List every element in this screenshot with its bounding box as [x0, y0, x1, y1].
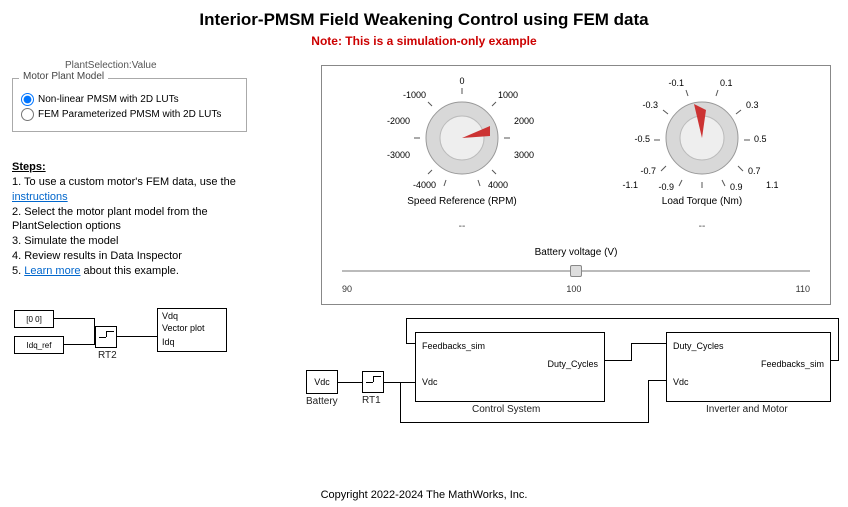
- learn-more-link[interactable]: Learn more: [24, 265, 80, 277]
- page-title: Interior-PMSM Field Weakening Control us…: [0, 0, 848, 30]
- inverter-motor-label: Inverter and Motor: [706, 404, 788, 415]
- slider-max: 110: [796, 284, 810, 294]
- steps-heading: Steps:: [12, 160, 252, 175]
- rt2-block[interactable]: [95, 326, 117, 348]
- svg-text:1000: 1000: [498, 90, 518, 100]
- torque-dial[interactable]: -0.1 0.1 -0.3 0.3 -0.5 0.5 -0.7 0.7 -0.9…: [602, 70, 802, 232]
- svg-text:0.9: 0.9: [730, 182, 743, 190]
- svg-text:-1.1: -1.1: [622, 180, 638, 190]
- slider-mid: 100: [566, 284, 581, 294]
- radio-nonlinear-pmsm-label: Non-linear PMSM with 2D LUTs: [38, 94, 179, 105]
- radio-fem-pmsm-input[interactable]: [21, 108, 34, 121]
- torque-dial-value: --: [602, 221, 802, 232]
- battery-label: Battery: [306, 396, 338, 407]
- speed-dial-value: --: [362, 221, 562, 232]
- inverter-motor-block[interactable]: Duty_Cycles Vdc Feedbacks_sim: [666, 332, 831, 402]
- step-5: 5. Learn more about this example.: [12, 264, 252, 279]
- svg-text:0.1: 0.1: [720, 78, 733, 88]
- vector-plot-name: Vector plot: [162, 323, 205, 333]
- step-3: 3. Simulate the model: [12, 234, 252, 249]
- svg-text:-2000: -2000: [387, 116, 410, 126]
- vector-plot-block[interactable]: Vdq Vector plot Idq: [157, 308, 227, 352]
- control-system-in-feedbacks: Feedbacks_sim: [422, 341, 485, 351]
- svg-text:-0.7: -0.7: [640, 166, 656, 176]
- inverter-in-duty: Duty_Cycles: [673, 341, 724, 351]
- rt1-label: RT1: [362, 395, 381, 406]
- instructions-link[interactable]: instructions: [12, 191, 68, 203]
- constant-block[interactable]: [ 0 0 ]: [14, 310, 54, 328]
- radio-nonlinear-pmsm[interactable]: Non-linear PMSM with 2D LUTs: [21, 93, 238, 106]
- control-system-out-duty: Duty_Cycles: [547, 359, 598, 369]
- control-system-label: Control System: [472, 404, 540, 415]
- speed-dial-gauge-icon: 0 -1000 1000 -2000 2000 -3000 3000 -4000…: [382, 70, 542, 190]
- radio-fem-pmsm-label: FEM Parameterized PMSM with 2D LUTs: [38, 109, 221, 120]
- steps-panel: Steps: 1. To use a custom motor's FEM da…: [12, 160, 252, 279]
- torque-dial-gauge-icon: -0.1 0.1 -0.3 0.3 -0.5 0.5 -0.7 0.7 -0.9…: [612, 70, 792, 190]
- control-system-block[interactable]: Feedbacks_sim Vdc Duty_Cycles: [415, 332, 605, 402]
- slider-min: 90: [342, 284, 352, 294]
- svg-text:-0.1: -0.1: [668, 78, 684, 88]
- slider-track[interactable]: [342, 264, 810, 282]
- inverter-out-feedbacks: Feedbacks_sim: [761, 359, 824, 369]
- radio-nonlinear-pmsm-input[interactable]: [21, 93, 34, 106]
- svg-text:0.5: 0.5: [754, 134, 767, 144]
- page-subtitle: Note: This is a simulation-only example: [0, 34, 848, 48]
- svg-text:-1000: -1000: [403, 90, 426, 100]
- vector-plot-port-vdq: Vdq: [162, 311, 178, 321]
- rt1-block[interactable]: [362, 371, 384, 393]
- radio-fem-pmsm[interactable]: FEM Parameterized PMSM with 2D LUTs: [21, 108, 238, 121]
- speed-dial[interactable]: 0 -1000 1000 -2000 2000 -3000 3000 -4000…: [362, 70, 562, 232]
- svg-text:-0.3: -0.3: [642, 100, 658, 110]
- idq-ref-block[interactable]: Idq_ref: [14, 336, 64, 354]
- svg-text:2000: 2000: [514, 116, 534, 126]
- control-system-in-vdc: Vdc: [422, 377, 438, 387]
- step-4: 4. Review results in Data Inspector: [12, 249, 252, 264]
- step-1: 1. To use a custom motor's FEM data, use…: [12, 175, 252, 205]
- svg-text:1.1: 1.1: [766, 180, 779, 190]
- svg-text:3000: 3000: [514, 150, 534, 160]
- svg-text:0.3: 0.3: [746, 100, 759, 110]
- svg-text:-3000: -3000: [387, 150, 410, 160]
- torque-dial-label: Load Torque (Nm): [602, 196, 802, 207]
- plant-selection-heading: PlantSelection:Value: [65, 60, 157, 71]
- step-2: 2. Select the motor plant model from the…: [12, 205, 252, 235]
- inverter-in-vdc: Vdc: [673, 377, 689, 387]
- motor-plant-model-group: Motor Plant Model Non-linear PMSM with 2…: [12, 78, 247, 132]
- vector-plot-port-idq: Idq: [162, 337, 175, 347]
- svg-text:0: 0: [459, 76, 464, 86]
- copyright-text: Copyright 2022-2024 The MathWorks, Inc.: [0, 489, 848, 501]
- battery-voltage-label: Battery voltage (V): [342, 247, 810, 258]
- vdc-block[interactable]: Vdc: [306, 370, 338, 394]
- svg-text:0.7: 0.7: [748, 166, 761, 176]
- svg-text:-0.5: -0.5: [634, 134, 650, 144]
- motor-plant-model-title: Motor Plant Model: [19, 71, 108, 82]
- svg-text:-0.9: -0.9: [658, 182, 674, 190]
- rt2-label: RT2: [98, 350, 117, 361]
- svg-text:-4000: -4000: [413, 180, 436, 190]
- svg-text:4000: 4000: [488, 180, 508, 190]
- battery-voltage-slider[interactable]: Battery voltage (V) 90 100 110: [342, 247, 810, 294]
- slider-thumb[interactable]: [570, 265, 582, 277]
- dashboard-panel: 0 -1000 1000 -2000 2000 -3000 3000 -4000…: [321, 65, 831, 305]
- speed-dial-label: Speed Reference (RPM): [362, 196, 562, 207]
